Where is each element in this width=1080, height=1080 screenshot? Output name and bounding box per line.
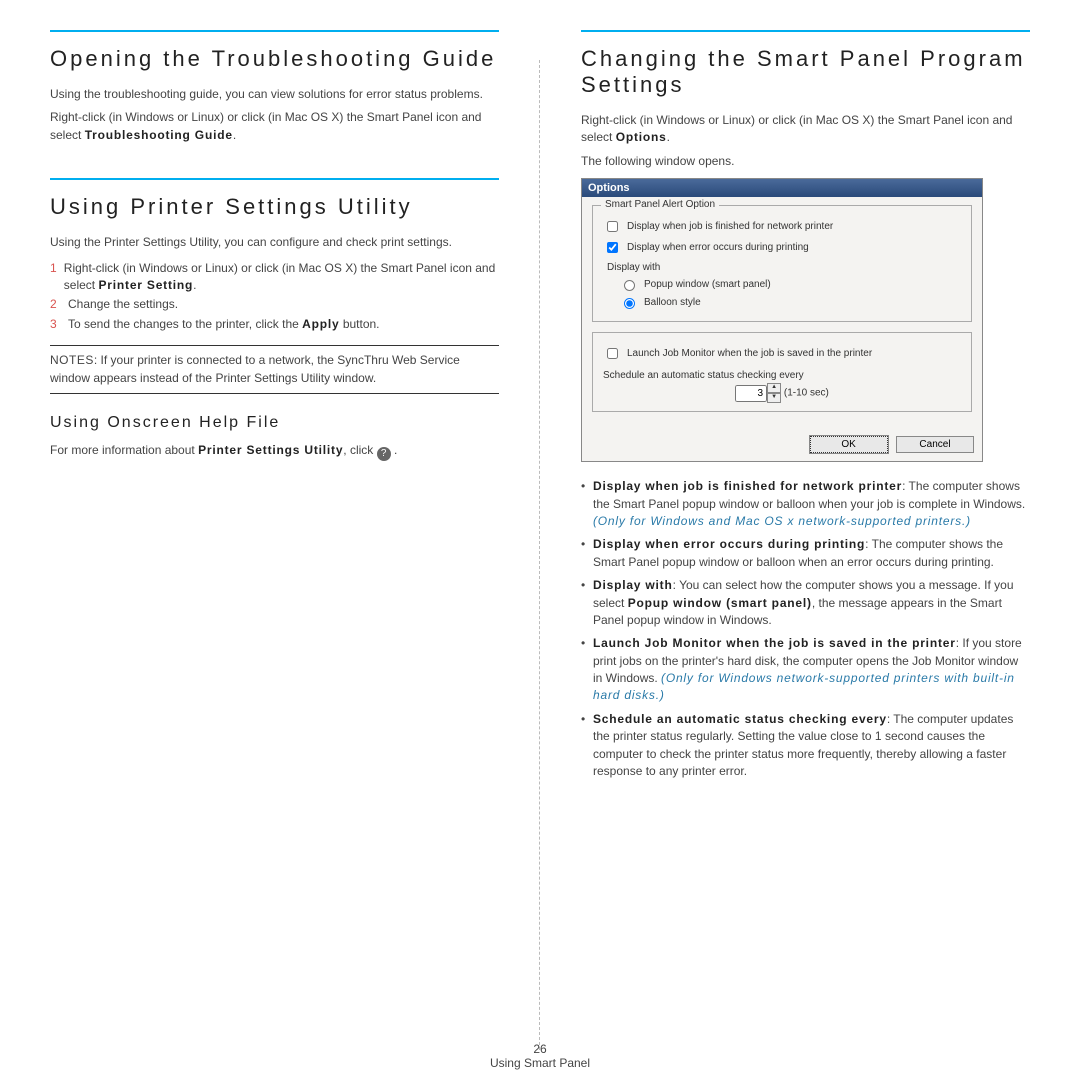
radio-label: Balloon style — [644, 297, 701, 308]
radio-balloon[interactable] — [624, 298, 635, 309]
text: , click — [343, 443, 376, 457]
dialog-titlebar: Options — [582, 179, 982, 197]
paragraph: Right-click (in Windows or Linux) or cli… — [50, 109, 499, 144]
step-text: To send the changes to the printer, clic… — [68, 316, 380, 333]
step-number: 1 — [50, 260, 64, 295]
section-rule — [50, 178, 499, 180]
cb-error-occurs[interactable] — [607, 242, 618, 253]
schedule-spinner[interactable]: ▲ ▼ — [735, 383, 781, 403]
radio-popup[interactable] — [624, 280, 635, 291]
step-number: 3 — [50, 316, 68, 333]
page-number: 26 — [0, 1042, 1080, 1056]
paragraph: Right-click (in Windows or Linux) or cli… — [581, 112, 1030, 147]
column-divider — [539, 60, 541, 1050]
paragraph: Using the Printer Settings Utility, you … — [50, 234, 499, 251]
spinner-input[interactable] — [735, 385, 767, 402]
range-label: (1-10 sec) — [784, 388, 829, 399]
text: . — [391, 443, 398, 457]
cb-label: Display when error occurs during printin… — [627, 242, 809, 253]
paragraph: Using the troubleshooting guide, you can… — [50, 86, 499, 103]
page-footer: 26 Using Smart Panel — [0, 1042, 1080, 1070]
notes-box: NOTES: If your printer is connected to a… — [50, 345, 499, 394]
list-item: Launch Job Monitor when the job is saved… — [581, 635, 1030, 705]
cb-label: Display when job is finished for network… — [627, 221, 833, 232]
spinner-up-icon[interactable]: ▲ — [767, 383, 781, 393]
heading-opening-troubleshooting: Opening the Troubleshooting Guide — [50, 46, 499, 72]
option-name: Display when job is finished for network… — [593, 479, 902, 493]
options-description-list: Display when job is finished for network… — [581, 478, 1030, 780]
guide-name: Troubleshooting Guide — [85, 128, 233, 142]
options-label: Options — [616, 130, 667, 144]
dialog-body: Smart Panel Alert Option Display when jo… — [582, 197, 982, 430]
fieldset-legend: Smart Panel Alert Option — [601, 199, 719, 210]
option-note: (Only for Windows and Mac OS x network-s… — [593, 514, 971, 528]
heading-printer-settings-utility: Using Printer Settings Utility — [50, 194, 499, 220]
cb-label: Launch Job Monitor when the job is saved… — [627, 348, 872, 359]
dialog-buttons: OK Cancel — [582, 430, 982, 461]
cb-job-monitor[interactable] — [607, 348, 618, 359]
notes-label: NOTES — [50, 353, 94, 367]
steps-list: 1Right-click (in Windows or Linux) or cl… — [50, 260, 499, 334]
option-name: Display when error occurs during printin… — [593, 537, 865, 551]
radio-label: Popup window (smart panel) — [644, 279, 771, 290]
options-dialog: Options Smart Panel Alert Option Display… — [581, 178, 983, 462]
job-monitor-fieldset: Launch Job Monitor when the job is saved… — [592, 332, 972, 412]
text: . — [233, 128, 236, 142]
cancel-button[interactable]: Cancel — [896, 436, 974, 453]
section-title: Using Smart Panel — [0, 1056, 1080, 1070]
notes-text: : If your printer is connected to a netw… — [50, 353, 460, 384]
text: . — [667, 130, 670, 144]
heading-onscreen-help: Using Onscreen Help File — [50, 414, 499, 432]
step-number: 2 — [50, 296, 68, 313]
option-name: Schedule an automatic status checking ev… — [593, 712, 887, 726]
option-name: Popup window (smart panel) — [628, 596, 812, 610]
step-text: Right-click (in Windows or Linux) or cli… — [64, 260, 499, 295]
help-icon: ? — [377, 447, 391, 461]
list-item: Display when error occurs during printin… — [581, 536, 1030, 571]
text: Printer Settings Utility — [198, 443, 343, 457]
section-rule — [50, 30, 499, 32]
text: For more information about — [50, 443, 198, 457]
list-item: Display when job is finished for network… — [581, 478, 1030, 530]
ok-button[interactable]: OK — [810, 436, 888, 453]
alert-option-fieldset: Smart Panel Alert Option Display when jo… — [592, 205, 972, 322]
right-column: Changing the Smart Panel Program Setting… — [581, 30, 1030, 1050]
schedule-label: Schedule an automatic status checking ev… — [603, 370, 804, 381]
paragraph: For more information about Printer Setti… — [50, 442, 499, 461]
display-with-label: Display with — [607, 262, 961, 273]
step-text: Change the settings. — [68, 296, 178, 313]
list-item: Schedule an automatic status checking ev… — [581, 711, 1030, 781]
paragraph: The following window opens. — [581, 153, 1030, 170]
list-item: Display with: You can select how the com… — [581, 577, 1030, 629]
cb-job-finished[interactable] — [607, 221, 618, 232]
section-rule — [581, 30, 1030, 32]
heading-changing-smart-panel: Changing the Smart Panel Program Setting… — [581, 46, 1030, 98]
left-column: Opening the Troubleshooting Guide Using … — [50, 30, 499, 1050]
option-name: Launch Job Monitor when the job is saved… — [593, 636, 956, 650]
option-name: Display with — [593, 578, 673, 592]
spinner-down-icon[interactable]: ▼ — [767, 393, 781, 403]
